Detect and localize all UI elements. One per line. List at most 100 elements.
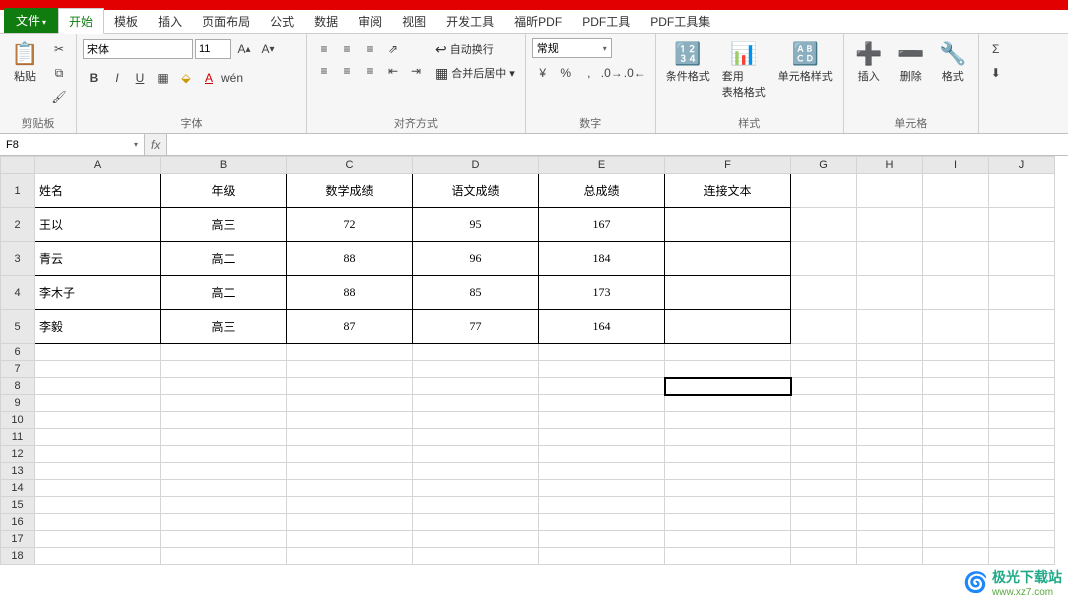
align-middle-button[interactable]: ≡: [336, 38, 358, 60]
cell[interactable]: [413, 429, 539, 446]
cell[interactable]: [665, 395, 791, 412]
col-header-I[interactable]: I: [923, 157, 989, 174]
grow-font-button[interactable]: A▴: [233, 38, 255, 60]
paste-button[interactable]: 📋 粘贴: [6, 38, 44, 86]
cell[interactable]: [413, 344, 539, 361]
cell[interactable]: [287, 548, 413, 565]
cell[interactable]: [539, 531, 665, 548]
cell[interactable]: [665, 344, 791, 361]
cell[interactable]: [161, 361, 287, 378]
cell[interactable]: [989, 463, 1055, 480]
cell[interactable]: [539, 344, 665, 361]
cell[interactable]: [161, 463, 287, 480]
cell[interactable]: [923, 463, 989, 480]
cell[interactable]: 王以: [35, 208, 161, 242]
cell[interactable]: [161, 497, 287, 514]
cell[interactable]: [413, 378, 539, 395]
cell[interactable]: 167: [539, 208, 665, 242]
cell[interactable]: [539, 361, 665, 378]
cell[interactable]: [161, 395, 287, 412]
tab-insert[interactable]: 插入: [148, 9, 192, 33]
cell[interactable]: [413, 497, 539, 514]
cell[interactable]: [35, 446, 161, 463]
cell[interactable]: 96: [413, 242, 539, 276]
indent-dec-button[interactable]: ⇤: [382, 60, 404, 82]
cell[interactable]: [791, 310, 857, 344]
autosum-button[interactable]: Σ: [985, 38, 1007, 60]
cell[interactable]: [857, 531, 923, 548]
col-header-E[interactable]: E: [539, 157, 665, 174]
row-header[interactable]: 10: [1, 412, 35, 429]
cell[interactable]: [35, 429, 161, 446]
cell[interactable]: [665, 242, 791, 276]
cell[interactable]: [791, 446, 857, 463]
fill-color-button[interactable]: ⬙: [175, 67, 197, 89]
cell[interactable]: [857, 463, 923, 480]
cell[interactable]: [791, 531, 857, 548]
cell[interactable]: [791, 395, 857, 412]
currency-button[interactable]: ¥: [532, 62, 554, 84]
cell[interactable]: 87: [287, 310, 413, 344]
cell[interactable]: [791, 276, 857, 310]
row-header[interactable]: 3: [1, 242, 35, 276]
cut-button[interactable]: ✂: [48, 38, 70, 60]
shrink-font-button[interactable]: A▾: [257, 38, 279, 60]
cell[interactable]: [665, 514, 791, 531]
col-header-C[interactable]: C: [287, 157, 413, 174]
cell[interactable]: 173: [539, 276, 665, 310]
cell[interactable]: [413, 446, 539, 463]
cell[interactable]: [665, 531, 791, 548]
cell[interactable]: [539, 395, 665, 412]
cell[interactable]: 高三: [161, 310, 287, 344]
cell[interactable]: [857, 310, 923, 344]
cell[interactable]: [857, 242, 923, 276]
cell[interactable]: [989, 548, 1055, 565]
cell[interactable]: [287, 480, 413, 497]
cell[interactable]: [539, 429, 665, 446]
cell[interactable]: [539, 378, 665, 395]
cell[interactable]: [923, 497, 989, 514]
cell[interactable]: [287, 446, 413, 463]
cell[interactable]: [989, 429, 1055, 446]
format-cells-button[interactable]: 🔧格式: [934, 38, 972, 86]
cell[interactable]: [857, 344, 923, 361]
cell[interactable]: [923, 174, 989, 208]
cell[interactable]: [35, 497, 161, 514]
cell[interactable]: [791, 514, 857, 531]
cell[interactable]: [287, 514, 413, 531]
bold-button[interactable]: B: [83, 67, 105, 89]
tab-home[interactable]: 开始: [58, 8, 104, 34]
number-format-combo[interactable]: 常规: [532, 38, 612, 58]
inc-decimal-button[interactable]: .0→: [601, 62, 623, 84]
cell[interactable]: [287, 361, 413, 378]
cell[interactable]: [413, 395, 539, 412]
cell[interactable]: [989, 412, 1055, 429]
cell[interactable]: [161, 412, 287, 429]
orientation-button[interactable]: ⇗: [382, 38, 404, 60]
cell[interactable]: [857, 395, 923, 412]
cell[interactable]: [539, 480, 665, 497]
cell[interactable]: [665, 480, 791, 497]
cell[interactable]: [413, 531, 539, 548]
cell[interactable]: [35, 514, 161, 531]
row-header[interactable]: 14: [1, 480, 35, 497]
name-box[interactable]: F8: [0, 134, 145, 155]
cell-selected[interactable]: [665, 378, 791, 395]
cell[interactable]: [665, 463, 791, 480]
cell[interactable]: [791, 208, 857, 242]
tab-foxit[interactable]: 福昕PDF: [504, 9, 572, 33]
cell[interactable]: [287, 378, 413, 395]
cell[interactable]: [287, 463, 413, 480]
cell[interactable]: [989, 378, 1055, 395]
cell-style-button[interactable]: 🔠单元格样式: [774, 38, 837, 86]
formula-bar[interactable]: [166, 134, 1068, 155]
cell[interactable]: [791, 412, 857, 429]
cell[interactable]: [923, 480, 989, 497]
cell[interactable]: 姓名: [35, 174, 161, 208]
cell[interactable]: [923, 531, 989, 548]
row-header[interactable]: 12: [1, 446, 35, 463]
col-header-G[interactable]: G: [791, 157, 857, 174]
row-header[interactable]: 16: [1, 514, 35, 531]
font-color-button[interactable]: A: [198, 67, 220, 89]
cell[interactable]: 语文成绩: [413, 174, 539, 208]
